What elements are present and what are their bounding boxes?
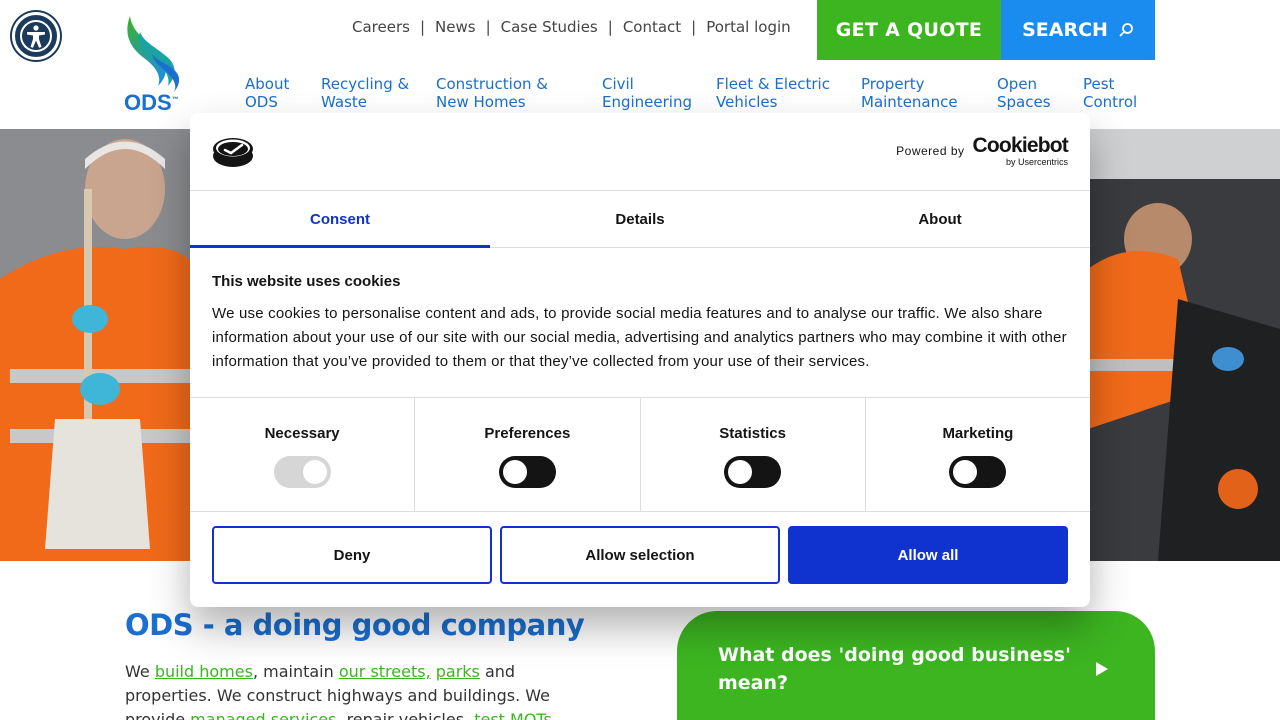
nav-label-line1: Construction & [436,75,548,93]
nav-label-line1: Civil [602,75,634,93]
nav-item-fleet-electric-vehicles[interactable]: Fleet & Electric Vehicles [716,75,830,111]
nav-item-property-maintenance[interactable]: Property Maintenance [861,75,958,111]
cta-text: What does 'doing good business' mean? [718,644,1071,694]
nav-label-line1: Fleet & Electric [716,75,830,93]
link-test-mots[interactable]: test MOTs [474,710,552,720]
hero-photo-street-worker [0,129,200,561]
nav-label-line2: Engineering [602,93,692,111]
cookie-description: We use cookies to personalise content an… [212,305,1067,370]
category-label: Necessary [264,425,340,442]
intro-text: We [125,662,155,681]
cookiebot-sub: by Usercentrics [1005,157,1068,167]
nav-item-pest-control[interactable]: Pest Control [1083,75,1137,111]
cookiebot-name: Cookiebot [972,134,1069,157]
cookiebot-branding[interactable]: Powered by Cookiebot by Usercentrics [896,134,1069,168]
allow-selection-button[interactable]: Allow selection [500,526,780,584]
toggle-knob [302,460,327,484]
nav-label-line2: Maintenance [861,93,958,111]
accessibility-button[interactable] [12,12,60,60]
nav-label-line2: New Homes [436,93,526,111]
nav-label-line2: Vehicles [716,93,778,111]
allow-all-button[interactable]: Allow all [788,526,1068,584]
cookiebot-logo: Cookiebot by Usercentrics [972,134,1069,168]
intro-text: , repair vehicles, [336,710,475,720]
main-nav: About ODS Recycling & Waste Construction… [0,75,1280,115]
toggle-knob [728,460,753,484]
nav-label-line2: ODS [245,93,278,111]
accessibility-icon [20,20,52,52]
get-a-quote-button[interactable]: GET A QUOTE [817,0,1001,60]
intro-paragraph: We build homes, maintain our streets, pa… [125,660,575,720]
category-necessary: Necessary [190,398,416,511]
category-label: Preferences [484,425,571,442]
intro-text: , maintain [252,662,339,681]
top-link-portal-login[interactable]: Portal login [706,18,790,36]
get-a-quote-label: GET A QUOTE [835,19,983,41]
search-icon [1119,23,1133,37]
cookie-consent-dialog: Powered by Cookiebot by Usercentrics Con… [190,113,1090,607]
link-our-streets[interactable]: our streets, [339,662,431,681]
search-label: SEARCH [1022,19,1108,41]
nav-label-line1: About [245,75,290,93]
hero-photo-mechanic [1088,129,1280,561]
category-preferences: Preferences [415,398,641,511]
nav-label-line1: Pest [1083,75,1115,93]
cookie-dialog-header: Powered by Cookiebot by Usercentrics [190,113,1090,191]
necessary-toggle [273,456,331,488]
nav-item-open-spaces[interactable]: Open Spaces [997,75,1051,111]
top-link-careers[interactable]: Careers [352,18,410,36]
separator: | [691,18,697,36]
separator: | [419,18,426,36]
site-logo-icon [213,138,253,167]
statistics-toggle[interactable] [724,456,782,488]
street-worker-illustration [0,129,200,561]
link-build-homes[interactable]: build homes [155,662,253,681]
top-links: Careers | News | Case Studies | Contact … [352,18,791,36]
nav-label-line1: Property [861,75,925,93]
nav-label-line1: Recycling & [321,75,410,93]
cookie-category-toggles: Necessary Preferences Statistics Marketi… [190,397,1090,512]
powered-by-label: Powered by [896,144,965,158]
separator: | [485,18,491,36]
cookie-title: This website uses cookies [212,273,401,290]
intro-heading: ODS - a doing good company [125,608,585,642]
nav-label-line2: Waste [321,93,367,111]
link-parks[interactable]: parks [436,662,480,681]
cookie-tabs: Consent Details About [190,191,1090,248]
category-marketing: Marketing [866,398,1090,511]
category-label: Marketing [942,425,1014,442]
play-arrow-icon [1096,662,1108,676]
marketing-toggle[interactable] [949,456,1007,488]
tab-details[interactable]: Details [490,191,790,247]
toggle-knob [502,460,527,484]
nav-label-line2: Control [1083,93,1138,111]
nav-item-civil-engineering[interactable]: Civil Engineering [602,75,692,111]
nav-item-about-ods[interactable]: About ODS [245,75,289,111]
link-managed-services[interactable]: managed services [190,710,336,720]
cookie-body: This website uses cookies We use cookies… [212,273,1068,374]
top-link-contact[interactable]: Contact [623,18,681,36]
preferences-toggle[interactable] [498,456,556,488]
nav-label-line1: Open [997,75,1038,93]
doing-good-business-cta[interactable]: What does 'doing good business' mean? [677,611,1155,720]
category-label: Statistics [719,425,786,442]
category-statistics: Statistics [641,398,866,511]
site-header: ODS™ Careers | News | Case Studies | Con… [0,0,1280,129]
deny-button[interactable]: Deny [212,526,492,584]
separator: | [607,18,613,36]
tab-consent[interactable]: Consent [190,191,490,248]
search-button[interactable]: SEARCH [1001,0,1155,60]
tab-about[interactable]: About [790,191,1090,247]
nav-label-line2: Spaces [997,93,1051,111]
toggle-knob [953,460,978,484]
nav-item-recycling-waste[interactable]: Recycling & Waste [321,75,409,111]
top-link-news[interactable]: News [435,18,476,36]
nav-item-construction-new-homes[interactable]: Construction & New Homes [436,75,548,111]
cookie-action-buttons: Deny Allow selection Allow all [212,526,1068,585]
top-link-case-studies[interactable]: Case Studies [501,18,598,36]
mechanic-illustration [1088,129,1280,561]
